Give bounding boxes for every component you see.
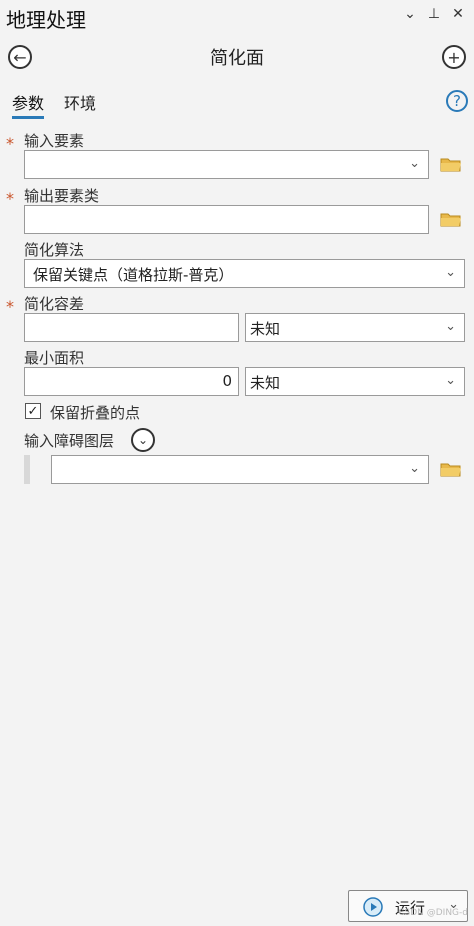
chevron-down-icon: ⌄ xyxy=(409,156,420,171)
drag-handle[interactable] xyxy=(24,455,30,484)
folder-icon[interactable] xyxy=(440,211,462,227)
chevron-down-icon: ⌄ xyxy=(409,461,420,476)
algorithm-label: 简化算法 xyxy=(24,241,85,259)
algorithm-dropdown[interactable]: 保留关键点（道格拉斯-普克） ⌄ xyxy=(24,259,465,288)
barriers-label: 输入障碍图层 xyxy=(24,432,115,450)
tolerance-unit-value: 未知 xyxy=(250,320,281,338)
tolerance-label: 简化容差 xyxy=(24,295,85,313)
required-marker: * xyxy=(6,189,14,208)
tab-parameters[interactable]: 参数 xyxy=(12,90,45,119)
watermark: CSDN @DING-d xyxy=(398,908,468,918)
barriers-dropdown[interactable]: ⌄ xyxy=(51,455,429,484)
close-icon[interactable]: ✕ xyxy=(449,6,467,22)
keep-collapsed-checkbox[interactable]: ✓ xyxy=(25,403,41,419)
pin-icon[interactable]: ⊥ xyxy=(425,6,443,22)
folder-icon[interactable] xyxy=(440,461,462,477)
min-area-input[interactable]: 0 xyxy=(24,367,239,396)
help-icon[interactable]: ? xyxy=(446,90,468,112)
pane-menu-icon[interactable]: ⌄ xyxy=(401,6,419,22)
output-features-label: 输出要素类 xyxy=(24,187,100,205)
min-area-unit-value: 未知 xyxy=(250,374,281,392)
tab-environments[interactable]: 环境 xyxy=(64,90,96,114)
pane-title: 地理处理 xyxy=(6,8,86,32)
output-features-input[interactable] xyxy=(24,205,429,234)
min-area-value: 0 xyxy=(222,372,232,390)
required-marker: * xyxy=(6,297,14,316)
min-area-label: 最小面积 xyxy=(24,349,85,367)
expand-button[interactable]: ⌄ xyxy=(131,428,155,452)
tool-title: 简化面 xyxy=(210,48,264,69)
folder-icon[interactable] xyxy=(440,156,462,172)
tolerance-unit-dropdown[interactable]: 未知 ⌄ xyxy=(245,313,465,342)
min-area-unit-dropdown[interactable]: 未知 ⌄ xyxy=(245,367,465,396)
add-button[interactable]: + xyxy=(442,45,466,69)
play-icon xyxy=(363,897,383,917)
chevron-down-icon: ⌄ xyxy=(445,265,456,280)
chevron-down-icon: ⌄ xyxy=(137,433,149,447)
input-features-dropdown[interactable]: ⌄ xyxy=(24,150,429,179)
chevron-down-icon: ⌄ xyxy=(445,373,456,388)
plus-icon: + xyxy=(447,47,461,67)
input-features-label: 输入要素 xyxy=(24,132,85,150)
algorithm-value: 保留关键点（道格拉斯-普克） xyxy=(33,266,234,284)
checkmark-icon: ✓ xyxy=(27,403,39,419)
keep-collapsed-label: 保留折叠的点 xyxy=(50,404,141,422)
required-marker: * xyxy=(6,134,14,153)
chevron-down-icon: ⌄ xyxy=(445,319,456,334)
tolerance-input[interactable] xyxy=(24,313,239,342)
